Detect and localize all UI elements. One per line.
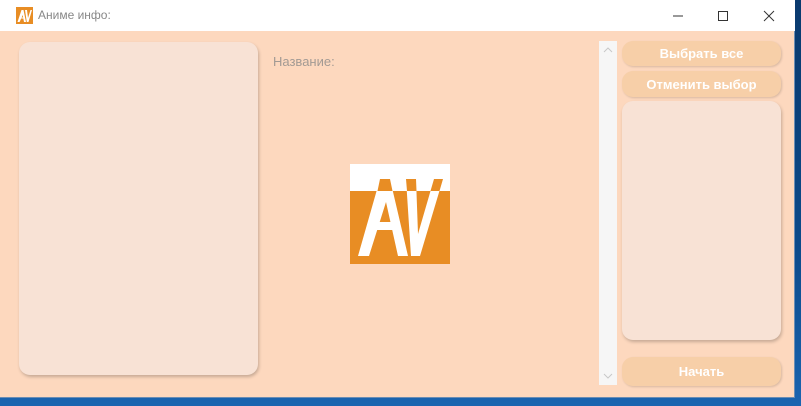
scroll-up-arrow-icon[interactable] [603,46,613,54]
title-bar[interactable]: Аниме инфо: [0,0,795,31]
av-logo [350,164,450,264]
maximize-button[interactable] [700,0,746,31]
selection-list-panel[interactable] [622,101,781,340]
close-button[interactable] [746,0,792,31]
window-title: Аниме инфо: [38,8,111,22]
close-icon [763,10,775,21]
scroll-down-arrow-icon[interactable] [603,372,613,380]
minimize-button[interactable] [655,0,701,31]
app-window: Аниме инфо: Название: Выбрать все Отмени… [0,0,795,398]
name-label: Название: [273,54,335,69]
select-all-button[interactable]: Выбрать все [622,41,781,66]
anime-list-panel[interactable] [19,42,258,375]
deselect-button[interactable]: Отменить выбор [622,71,781,97]
app-av-logo-icon [16,7,33,24]
maximize-icon [718,10,728,21]
vertical-scrollbar[interactable] [599,41,617,385]
start-button[interactable]: Начать [622,357,781,386]
minimize-icon [673,15,683,16]
